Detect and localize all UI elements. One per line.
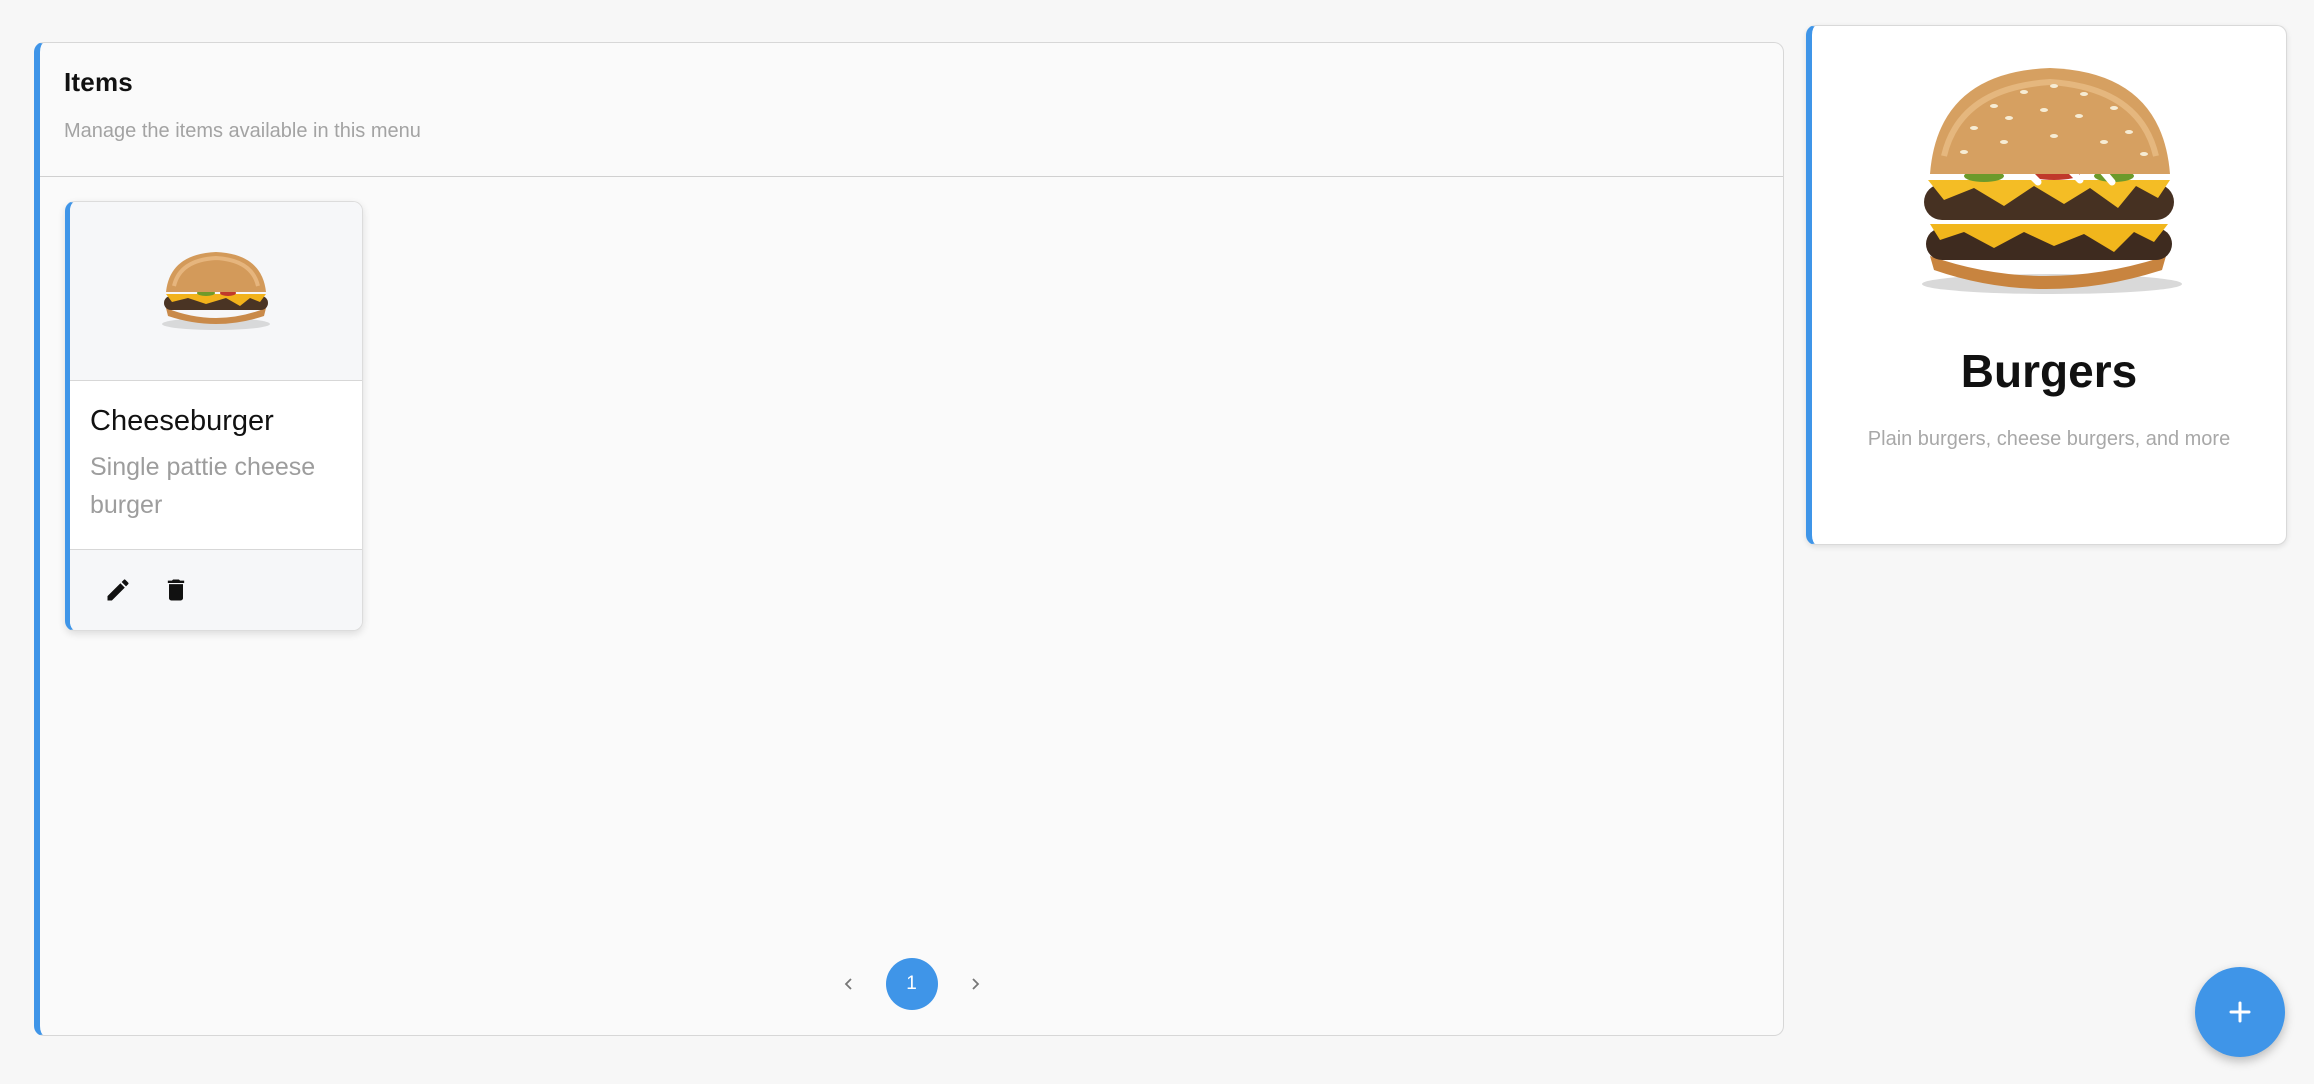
items-panel: Items Manage the items available in this… (34, 42, 1784, 1036)
chevron-left-icon[interactable] (838, 973, 860, 995)
pagination: 1 (40, 958, 1783, 1010)
edit-icon[interactable] (102, 574, 134, 606)
category-image (1812, 26, 2286, 326)
delete-icon[interactable] (160, 574, 192, 606)
item-image (70, 202, 362, 381)
category-description: Plain burgers, cheese burgers, and more (1867, 428, 2231, 450)
add-item-button[interactable] (2195, 967, 2285, 1057)
page-button-current[interactable]: 1 (885, 958, 938, 1010)
double-cheeseburger-image (1922, 68, 2182, 294)
items-panel-header: Items Manage the items available in this… (40, 43, 1783, 177)
item-description: Single pattie cheese burger (90, 453, 316, 519)
plus-icon (2229, 1001, 2251, 1023)
item-card-cheeseburger[interactable]: Cheeseburger Single pattie cheese burger (65, 201, 363, 631)
chevron-right-icon[interactable] (964, 973, 986, 995)
items-panel-title: Items (64, 67, 133, 97)
category-card[interactable]: Burgers Plain burgers, cheese burgers, a… (1806, 25, 2287, 545)
category-name: Burgers (1960, 345, 2138, 397)
item-actions (70, 550, 362, 630)
item-card-body: Cheeseburger Single pattie cheese burger (70, 381, 362, 550)
items-panel-subtitle: Manage the items available in this menu (64, 120, 421, 142)
item-name: Cheeseburger (90, 405, 274, 437)
cheeseburger-image (162, 252, 270, 330)
